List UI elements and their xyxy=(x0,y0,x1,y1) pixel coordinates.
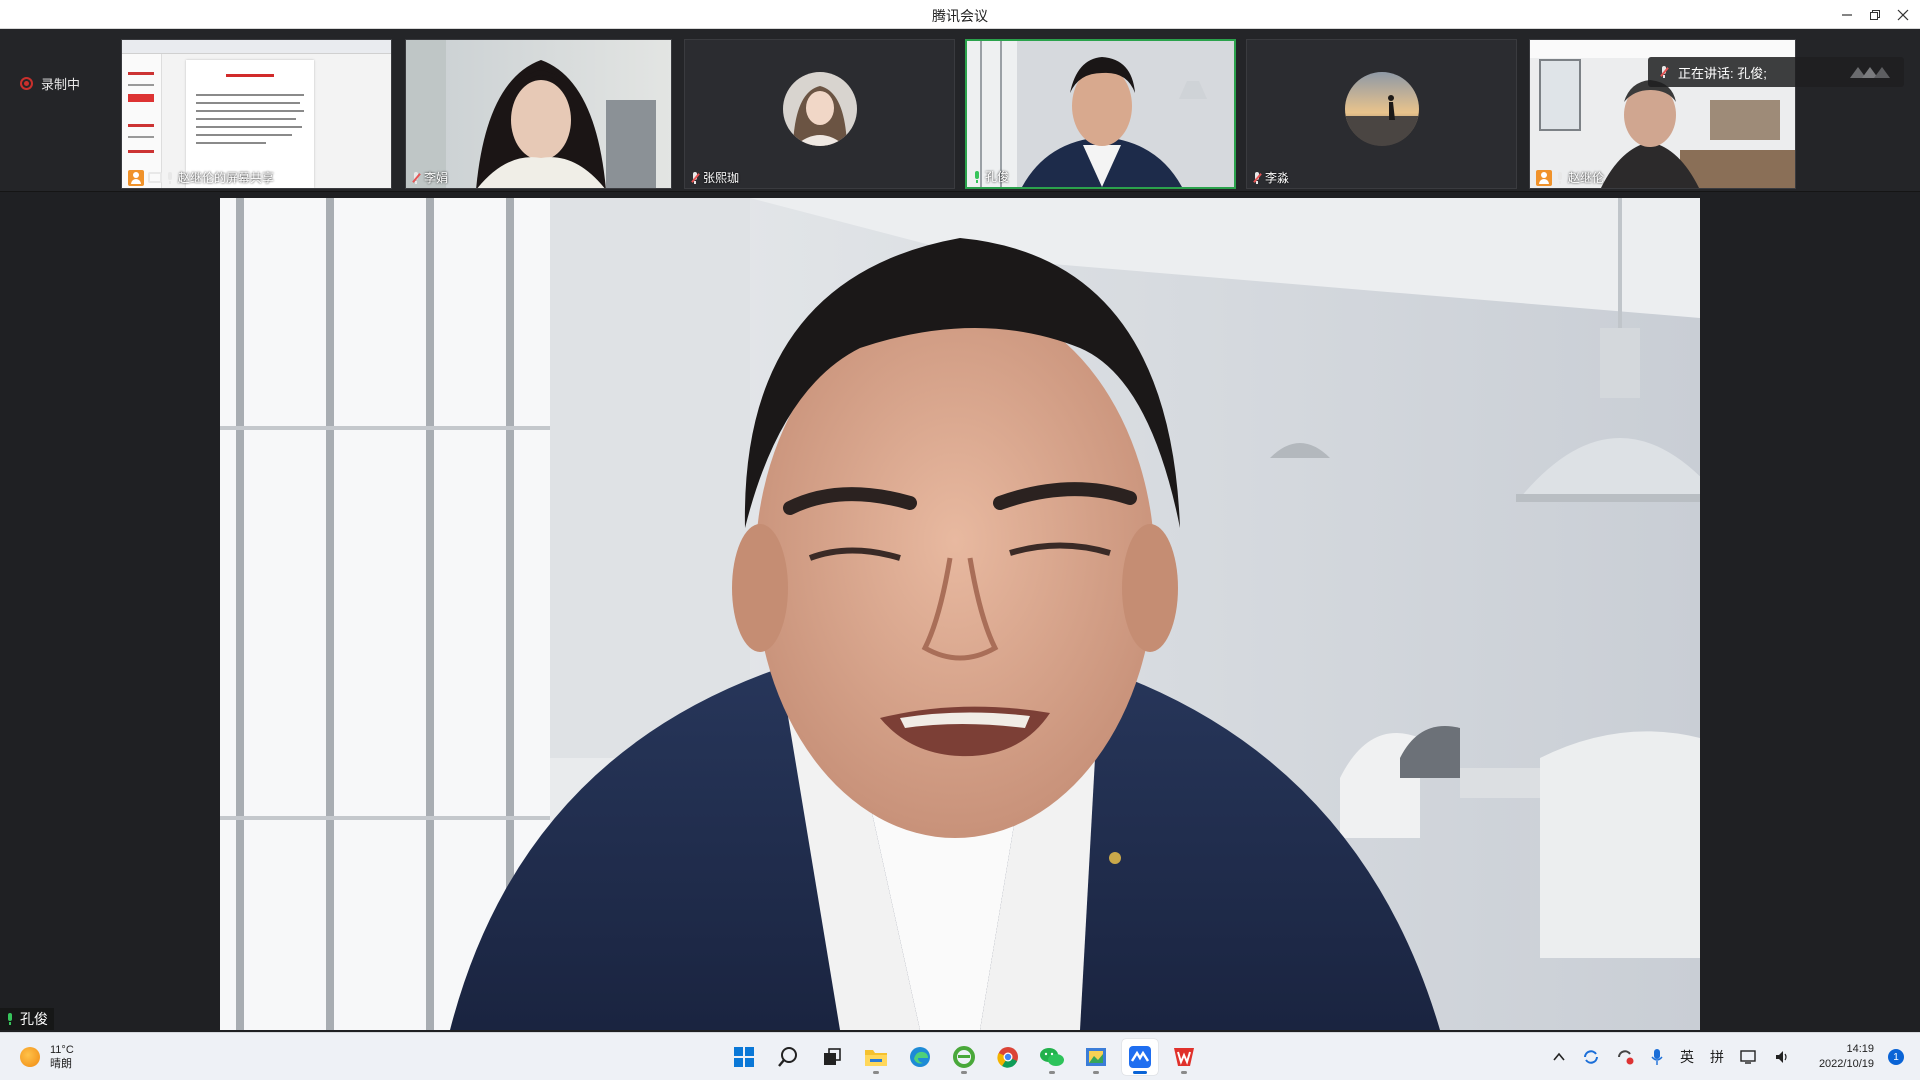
wechat-button[interactable] xyxy=(1034,1039,1070,1075)
host-icon xyxy=(128,169,144,186)
meeting-area: 录制中 赵继伦的屏幕共享 李娟 张熙珈 孔俊 李淼 赵继伦 正在讲话: 孔俊; … xyxy=(0,29,1920,1032)
participant-video xyxy=(406,40,671,188)
clock-time: 14:19 xyxy=(1846,1043,1874,1055)
participant-tile-lijuan[interactable]: 李娟 xyxy=(405,39,672,189)
main-speaker-name-tag: 孔俊 xyxy=(0,1008,54,1030)
windows-start-icon xyxy=(734,1047,754,1067)
mic-icon xyxy=(166,171,174,184)
image-app-icon xyxy=(1086,1048,1106,1066)
mic-muted-icon xyxy=(1253,171,1262,184)
display-network-icon[interactable] xyxy=(1740,1049,1758,1065)
mic-icon xyxy=(1556,171,1564,184)
weather-description: 晴朗 xyxy=(50,1058,72,1070)
wps-office-button[interactable] xyxy=(1166,1039,1202,1075)
speaker-video-frame xyxy=(220,198,1700,1030)
edge-button[interactable] xyxy=(902,1039,938,1075)
network-alert-icon[interactable] xyxy=(1616,1048,1634,1066)
participant-video xyxy=(967,41,1234,187)
screen-share-icon xyxy=(148,172,162,183)
chevron-up-icon[interactable] xyxy=(1552,1050,1566,1064)
window-titlebar: 腾讯会议 xyxy=(0,0,1920,29)
ime-mode[interactable]: 拼 xyxy=(1710,1047,1724,1067)
participant-strip: 录制中 赵继伦的屏幕共享 李娟 张熙珈 孔俊 李淼 赵继伦 正在讲话: 孔俊; xyxy=(0,29,1920,192)
weather-widget[interactable]: 11°C 晴朗 xyxy=(20,1043,74,1071)
ime-language[interactable]: 英 xyxy=(1680,1047,1694,1067)
participant-name: 张熙珈 xyxy=(691,169,739,186)
participant-tile-kongjun[interactable]: 孔俊 xyxy=(965,39,1236,189)
host-icon xyxy=(1536,169,1552,186)
wechat-icon xyxy=(1040,1048,1064,1066)
sunny-icon xyxy=(20,1047,40,1067)
participant-name: 李淼 xyxy=(1253,169,1289,186)
wps-office-icon xyxy=(1174,1048,1194,1066)
chrome-icon xyxy=(997,1047,1018,1068)
mic-muted-icon xyxy=(1660,66,1669,78)
participant-tile-limiao[interactable]: 李淼 xyxy=(1246,39,1517,189)
mic-active-icon xyxy=(973,170,981,183)
ie-browser-button[interactable] xyxy=(946,1039,982,1075)
taskbar-clock[interactable]: 14:19 2022/10/19 xyxy=(1819,1042,1874,1072)
participant-avatar xyxy=(782,72,857,146)
file-explorer-button[interactable] xyxy=(858,1039,894,1075)
search-button[interactable] xyxy=(770,1039,806,1075)
window-title: 腾讯会议 xyxy=(932,8,988,24)
system-tray: 英 拼 xyxy=(1552,1047,1790,1067)
restore-button[interactable] xyxy=(1860,0,1890,29)
close-button[interactable] xyxy=(1888,0,1918,29)
clock-date: 2022/10/19 xyxy=(1818,1058,1874,1070)
tencent-meeting-button[interactable] xyxy=(1122,1039,1158,1075)
minimize-button[interactable] xyxy=(1832,0,1862,29)
ie-browser-icon xyxy=(953,1046,975,1068)
task-view-icon xyxy=(824,1048,841,1065)
task-view-button[interactable] xyxy=(814,1039,850,1075)
participant-name: 孔俊 xyxy=(973,168,1009,185)
restore-icon xyxy=(1870,9,1880,20)
edge-browser-icon xyxy=(910,1047,930,1067)
participant-name: 李娟 xyxy=(412,169,448,186)
main-speaker-video[interactable] xyxy=(220,198,1700,1030)
participant-avatar xyxy=(1344,72,1419,146)
windows-taskbar: 11°C 晴朗 英 拼 14:19 2022/10/19 1 xyxy=(0,1032,1920,1080)
participant-name: 赵继伦的屏幕共享 xyxy=(128,169,274,186)
screen-share-preview xyxy=(122,40,391,188)
participant-name: 赵继伦 xyxy=(1536,169,1604,186)
mic-muted-icon xyxy=(412,171,421,184)
weather-temperature: 11°C xyxy=(50,1044,74,1056)
folder-icon xyxy=(865,1050,887,1066)
now-speaking-label: 正在讲话: 孔俊; xyxy=(1678,65,1767,81)
volume-icon[interactable] xyxy=(1774,1049,1790,1065)
tencent-meeting-logo-icon xyxy=(1850,67,1890,78)
sync-icon[interactable] xyxy=(1582,1048,1600,1066)
tencent-meeting-icon xyxy=(1129,1046,1151,1068)
microphone-icon[interactable] xyxy=(1650,1048,1664,1066)
taskbar-apps xyxy=(726,1039,1202,1075)
start-button[interactable] xyxy=(726,1039,762,1075)
chrome-button[interactable] xyxy=(990,1039,1026,1075)
mic-muted-icon xyxy=(691,171,700,184)
recording-label: 录制中 xyxy=(41,77,81,92)
close-icon xyxy=(1897,9,1909,20)
mic-active-icon xyxy=(6,1013,14,1025)
now-speaking-indicator: 正在讲话: 孔俊; xyxy=(1648,57,1904,87)
minimize-icon xyxy=(1842,13,1852,16)
recording-indicator[interactable]: 录制中 xyxy=(20,74,80,93)
participant-tile-screen-share[interactable]: 赵继伦的屏幕共享 xyxy=(121,39,392,189)
search-icon xyxy=(778,1047,797,1067)
notification-badge[interactable]: 1 xyxy=(1888,1049,1904,1065)
record-icon xyxy=(20,77,33,90)
photo-app-button[interactable] xyxy=(1078,1039,1114,1075)
participant-tile-zhangxijia[interactable]: 张熙珈 xyxy=(684,39,955,189)
